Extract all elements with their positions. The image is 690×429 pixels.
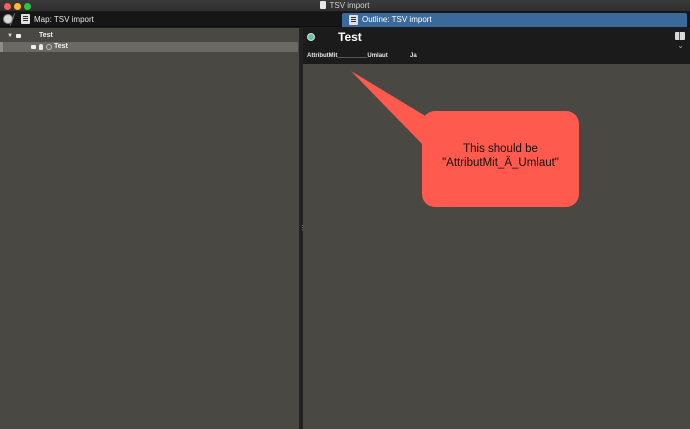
tab-map[interactable]: Map: TSV import	[0, 12, 338, 27]
window-title: TSV import	[329, 1, 370, 10]
annotation-line-1: This should be	[463, 143, 538, 155]
annotation-callout: This should be "AttributMit_Ä_Umlaut"	[422, 111, 579, 207]
disclosure-triangle-icon[interactable]: ▼	[7, 31, 13, 41]
tree-row-selected[interactable]: Test	[0, 42, 298, 52]
annotation-line-2: "AttributMit_Ä_Umlaut"	[442, 157, 559, 169]
annotation-text: This should be "AttributMit_Ä_Umlaut"	[422, 142, 579, 170]
tab-map-label: Map: TSV import	[34, 15, 94, 24]
title-bar: TSV import	[0, 0, 690, 12]
tab-bar: Map: TSV import Outline: TSV import	[0, 12, 690, 27]
attribute-value[interactable]: Ja	[410, 53, 417, 59]
attribute-name: AttributMit_________Umlaut	[307, 53, 388, 59]
badge-icon	[39, 44, 43, 50]
outline-tree-pane: ▼ Test Test	[0, 28, 300, 429]
map-view-icon	[21, 14, 30, 24]
checkbox-icon[interactable]	[46, 44, 52, 50]
note-icon	[16, 34, 21, 38]
outline-title[interactable]: Test	[338, 29, 362, 45]
outline-view-pane: Test ⌄ AttributMit_________Umlaut Ja	[303, 28, 690, 429]
tree-row-label: Test	[39, 32, 53, 39]
outline-header: Test ⌄ AttributMit_________Umlaut Ja	[303, 28, 690, 64]
outline-view-icon	[349, 15, 358, 25]
status-icon[interactable]	[307, 33, 315, 41]
tab-outline[interactable]: Outline: TSV import	[342, 13, 687, 27]
view-toggle-icon[interactable]	[675, 32, 685, 40]
note-icon	[31, 45, 36, 49]
document-icon	[320, 1, 327, 9]
tab-outline-label: Outline: TSV import	[362, 15, 432, 24]
tree-row[interactable]: ▼ Test	[0, 31, 298, 41]
chevron-down-icon[interactable]: ⌄	[677, 42, 684, 50]
window-title-container: TSV import	[0, 0, 690, 12]
tree-row-label: Test	[54, 43, 68, 50]
